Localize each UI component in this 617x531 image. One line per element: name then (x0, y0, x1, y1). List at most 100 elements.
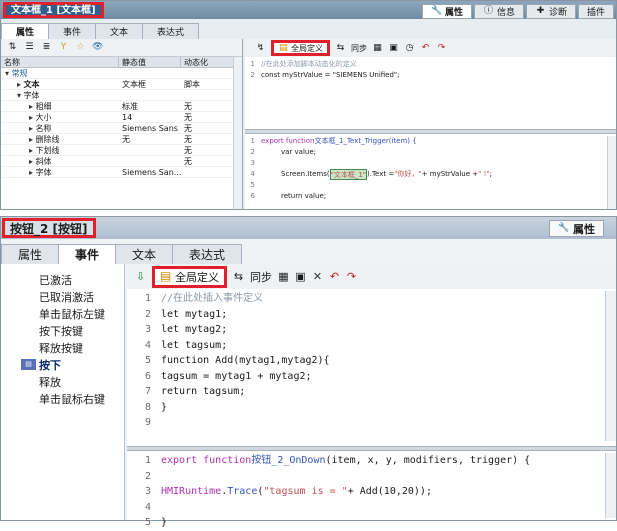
undo-icon[interactable]: ↶ (420, 43, 431, 54)
property-dynamic-value[interactable]: 无 (181, 101, 223, 112)
grid-icon[interactable]: ▦ (278, 271, 289, 282)
column-dynamic[interactable]: 动态化 (181, 57, 241, 67)
global-code-area[interactable]: 1 //在此处添加脚本动态化的定义 2 const myStrValue = "SI… (245, 59, 616, 81)
code-scrollbar[interactable] (607, 136, 616, 209)
property-dynamic-value[interactable]: 无 (181, 112, 223, 123)
sync-icon[interactable]: ⇆ (335, 43, 346, 54)
clock-icon[interactable]: ◷ (404, 43, 415, 54)
event-icon[interactable]: ⇩ (135, 271, 146, 282)
sync-label[interactable]: 同步 (250, 269, 272, 285)
sync-icon[interactable]: ⇆ (233, 271, 244, 282)
right-tab-label: 属性 (444, 8, 463, 18)
undo-icon[interactable]: ↶ (329, 271, 340, 282)
right-tab-plugins[interactable]: 插件 (577, 4, 614, 19)
tab-texts[interactable]: 文本 (115, 244, 174, 264)
top-inspector-panel: 文本框_1 [文本框] 🔧 属性 ⓘ 信息 ✚ 诊断 插件 属性 事件 文本 表达式 … (0, 0, 617, 210)
list-view-icon[interactable]: ☰ (24, 42, 35, 53)
filter-icon[interactable]: Y (58, 42, 69, 53)
property-row[interactable]: ▸ 字体 Siemens San... (1, 167, 242, 178)
delete-icon[interactable]: ✕ (312, 271, 323, 282)
event-item[interactable]: 释放 (1, 373, 124, 390)
tab-properties[interactable]: 属性 (1, 23, 50, 39)
code-line: 2 (127, 469, 616, 485)
event-item[interactable]: 已取消激活 (1, 288, 124, 305)
event-script-editor: ⇩ ▤ 全局定义 ⇆ 同步 ▦ ▣ ✕ ↶ ↷ 1 //在此处插入事件定义 2 let… (127, 264, 616, 528)
grid-icon[interactable]: ▦ (372, 43, 383, 54)
function-code-area[interactable]: 1 export function 文本框_1_Text_Trigger(item… (245, 136, 616, 202)
event-script-toolbar: ⇩ ▤ 全局定义 ⇆ 同步 ▦ ▣ ✕ ↶ ↷ (127, 264, 616, 289)
property-static-value[interactable]: 文本框 (119, 79, 181, 90)
event-item[interactable]: 单击鼠标左键 (1, 305, 124, 322)
property-static-value[interactable]: Siemens Sans (119, 124, 181, 133)
view-icon[interactable]: 👁 (92, 42, 103, 53)
global-code-area[interactable]: 1 //在此处插入事件定义 2 let mytag1; 3 let mytag2; 4 let… (127, 291, 616, 431)
event-icon[interactable]: ↯ (255, 43, 266, 54)
tab-expressions[interactable]: 表达式 (172, 244, 243, 264)
redo-icon[interactable]: ↷ (436, 43, 447, 54)
property-row[interactable]: ▸ 斜体无 (1, 156, 242, 167)
code-text: let mytag2; (161, 324, 228, 335)
property-dynamic-value[interactable]: 无 (181, 145, 223, 156)
event-item[interactable]: 单击鼠标右键 (1, 390, 124, 407)
global-definition-button[interactable]: ▤ 全局定义 (271, 40, 330, 56)
code-string: " !" (478, 170, 490, 178)
function-code-area[interactable]: 1 export function 按钮_2_OnDown (item, x, y,… (127, 453, 616, 531)
tab-texts[interactable]: 文本 (95, 23, 144, 39)
tab-events[interactable]: 事件 (48, 23, 97, 39)
code-text: ).Text = (367, 170, 395, 178)
editor-splitter[interactable] (245, 129, 616, 134)
event-item[interactable]: 已激活 (1, 271, 124, 288)
right-tab-properties[interactable]: 🔧 属性 (421, 4, 472, 19)
property-name: 删除线 (35, 134, 60, 144)
property-row[interactable]: ▸ 文本 文本框 脚本 (1, 79, 242, 90)
code-text: return value; (281, 192, 327, 200)
right-tab-diagnostics[interactable]: ✚ 诊断 (525, 4, 576, 19)
function-code-scrollbar[interactable] (605, 453, 616, 518)
property-rows: ▾ 常规 ▸ 文本 文本框 脚本 ▾ 字体 ▸ 粗细 标准无 ▸ 大小 14 无 ▸ 名称 Sieme… (1, 68, 242, 178)
property-row[interactable]: ▸ 下划线无 (1, 145, 242, 156)
sort-icon[interactable]: ⇅ (7, 42, 18, 53)
line-number: 5 (144, 355, 151, 366)
event-item[interactable]: 释放按键 (1, 339, 124, 356)
property-row[interactable]: ▸ 删除线无无 (1, 134, 242, 145)
code-line: 4 let tagsum; (127, 338, 616, 354)
property-row[interactable]: ▸ 大小 14 无 (1, 112, 242, 123)
property-row[interactable]: ▸ 名称 Siemens Sans 无 (1, 123, 242, 134)
tab-properties[interactable]: 属性 (1, 244, 60, 264)
sync-label[interactable]: 同步 (351, 43, 367, 54)
property-static-value[interactable]: 标准 (119, 101, 181, 112)
property-row[interactable]: ▸ 粗细 标准无 (1, 101, 242, 112)
global-definition-button[interactable]: ▤ 全局定义 (152, 265, 227, 288)
top-titlebar: 文本框_1 [文本框] 🔧 属性 ⓘ 信息 ✚ 诊断 插件 (1, 1, 616, 19)
tab-expressions[interactable]: 表达式 (142, 23, 200, 39)
redo-icon[interactable]: ↷ (346, 271, 357, 282)
property-row[interactable]: ▾ 常规 (1, 68, 242, 79)
tree-view-icon[interactable]: ≣ (41, 42, 52, 53)
property-dynamic-value[interactable]: 脚本 (181, 79, 223, 90)
line-number: 1 (144, 293, 151, 304)
event-item[interactable]: ▤ 按下 (1, 356, 124, 373)
property-static-value[interactable]: 14 (119, 113, 181, 122)
code-object: HMIRuntime (161, 486, 222, 497)
property-dynamic-value[interactable]: 无 (181, 134, 223, 145)
bottom-properties-tab[interactable]: 🔧 属性 (549, 220, 604, 237)
property-scrollbar[interactable] (233, 57, 242, 209)
property-static-value[interactable]: Siemens San... (119, 168, 181, 177)
property-dynamic-value[interactable]: 无 (181, 123, 223, 134)
event-item[interactable]: 按下按键 (1, 322, 124, 339)
column-name[interactable]: 名称 (1, 57, 119, 67)
editor-splitter[interactable] (127, 446, 616, 451)
property-row[interactable]: ▾ 字体 (1, 90, 242, 101)
property-dynamic-value[interactable]: 无 (181, 156, 223, 167)
code-function-name: Trace (227, 486, 258, 497)
property-static-value[interactable]: 无 (119, 134, 181, 145)
snippet-icon[interactable]: ▣ (388, 43, 399, 54)
global-code-scrollbar[interactable] (605, 291, 616, 441)
favorite-icon[interactable]: ☆ (75, 42, 86, 53)
column-static-value[interactable]: 静态值 (119, 57, 181, 67)
properties-icon: 🔧 (430, 6, 443, 16)
tab-events[interactable]: 事件 (58, 244, 117, 264)
top-tabs: 属性 事件 文本 表达式 (1, 23, 200, 39)
right-tab-info[interactable]: ⓘ 信息 (473, 4, 524, 19)
snippet-icon[interactable]: ▣ (295, 271, 306, 282)
